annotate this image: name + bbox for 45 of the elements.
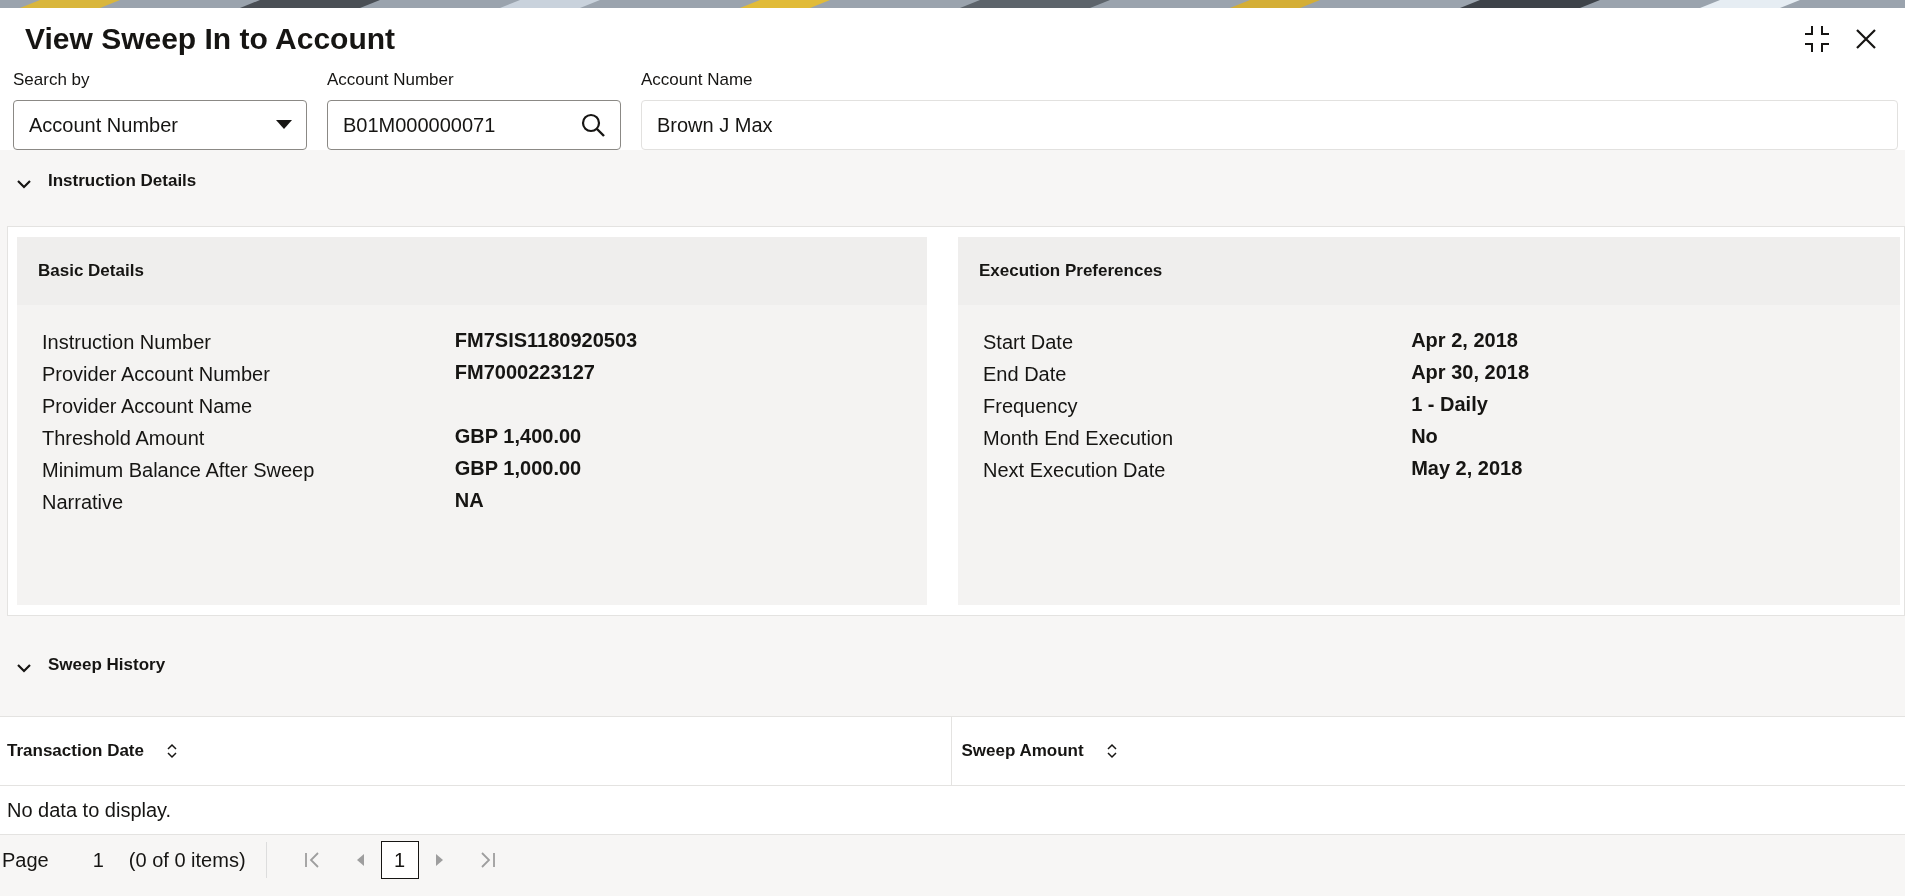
detail-label: Instruction Number — [42, 330, 212, 355]
search-by-dropdown[interactable]: Account Number — [13, 100, 307, 150]
detail-label: Provider Account Name — [42, 394, 254, 419]
close-icon[interactable] — [1854, 27, 1878, 51]
detail-label: Month End Execution — [983, 426, 1175, 451]
column-header[interactable]: Sweep Amount — [950, 717, 1905, 785]
detail-label: Start Date — [983, 330, 1075, 355]
page-number: 1 — [92, 848, 104, 872]
items-summary: (0 of 0 items) — [128, 848, 246, 872]
detail-value: May 2, 2018 — [1411, 457, 1524, 479]
card-title: Execution Preferences — [979, 261, 1163, 281]
sort-icon[interactable] — [166, 743, 178, 759]
detail-value: FM7SIS1180920503 — [454, 329, 639, 351]
search-icon[interactable] — [580, 112, 606, 138]
section-title: Instruction Details — [48, 171, 197, 191]
field-label: Search by — [13, 70, 90, 90]
detail-value: GBP 1,400.00 — [454, 425, 583, 447]
detail-value: No — [1411, 425, 1439, 447]
page-button[interactable]: 1 — [380, 841, 419, 879]
sort-icon[interactable] — [1105, 743, 1118, 759]
card-title: Basic Details — [38, 261, 144, 281]
detail-label: Frequency — [983, 394, 1079, 419]
detail-label: Next Execution Date — [983, 458, 1167, 483]
account-name-field: Brown J Max — [641, 100, 1898, 150]
detail-value: Apr 30, 2018 — [1411, 361, 1530, 383]
empty-message: No data to display. — [7, 798, 172, 822]
column-header[interactable]: Transaction Date — [0, 717, 951, 785]
detail-value: NA — [454, 489, 485, 511]
detail-label: Threshold Amount — [42, 426, 206, 451]
account-number-field[interactable]: B01M000000071 — [327, 100, 621, 150]
caret-icon — [276, 120, 292, 130]
detail-label: Narrative — [42, 490, 125, 515]
detail-value: FM7000223127 — [454, 361, 596, 383]
field-label: Account Number — [327, 70, 454, 90]
field-label: Account Name — [641, 70, 753, 90]
minimize-icon[interactable] — [1802, 24, 1832, 54]
detail-value: GBP 1,000.00 — [454, 457, 583, 479]
page-label: Page — [2, 848, 49, 872]
detail-label: Minimum Balance After Sweep — [42, 458, 316, 483]
section-title: Sweep History — [48, 655, 166, 675]
detail-value: Apr 2, 2018 — [1411, 329, 1519, 351]
window-title: View Sweep In to Account — [25, 22, 396, 56]
detail-value: 1 - Daily — [1411, 393, 1489, 415]
detail-label: Provider Account Number — [42, 362, 271, 387]
detail-label: End Date — [983, 362, 1068, 387]
